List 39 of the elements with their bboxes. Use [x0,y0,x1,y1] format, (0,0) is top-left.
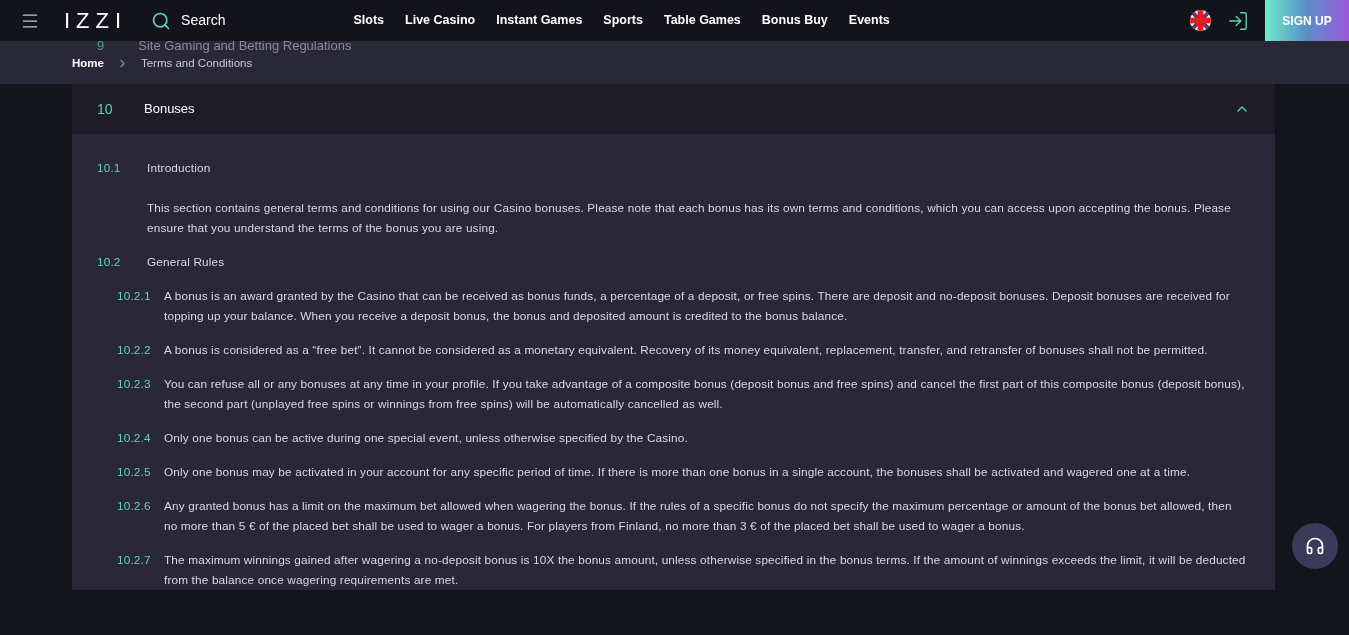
subsection-number: 10.2 [97,254,122,271]
nav-link[interactable]: Live Casino [405,11,476,30]
nav-link[interactable]: Sports [603,11,643,30]
breadcrumb-link[interactable]: Home [72,55,104,73]
headset-icon [1305,536,1325,556]
section-number: 9 [97,41,105,55]
rule-text: Only one bonus can be active during one special event, unless otherwise specified by the Casino. [164,430,688,447]
rule-number: 10.2.1 [117,288,152,305]
logo[interactable]: IZZI [64,4,128,37]
rule-text: Any granted bonus has a limit on the maximum bet allowed when wagering the bonus. If the rules of a specific bonus do not specify the maximum percentage or amount of the bonus bet allowed, then no more than 5 € of the placed bet shall be used to wager a bonus. For players from Finland, no more than 3 € of the placed bet shall be used to wager a bonus. [164,498,1233,535]
flag-icon[interactable] [1189,9,1212,32]
rule-number: 10.2.7 [117,552,152,569]
subsection-number: 10.1 [97,160,122,177]
rule-text: A bonus is considered as a “free bet”. It cannot be considered as a monetary equivalent. Recovery of its money equivalent, replacement, transfer, and retransfer of bonuses shall not be permitted. [164,342,1208,359]
rule-number: 10.2.4 [117,430,152,447]
accordion-header[interactable]: 10 Bonuses [72,84,1275,134]
rule-text: Only one bonus may be activated in your account for any specific period of time. If there is more than one bonus in a single account, the bonuses shall be activated and wagered one at a time. [164,464,1191,481]
subsection-title: General Rules [147,254,225,271]
rule-text: The maximum winnings gained after wagering a no-deposit bonus is 10X the bonus amount, unless otherwise specified in the bonus terms. If the amount of winnings exceeds the limit, it will be deducted from the balance once wagering requirements are met. [164,552,1247,589]
subsection-title: Introduction [147,160,211,177]
rule-number: 10.2.6 [117,498,152,515]
rule-number: 10.2.5 [117,464,152,481]
search-icon [151,10,172,31]
login-button[interactable] [1227,9,1249,32]
signup-button[interactable]: SIGN UP [1265,0,1349,41]
breadcrumb-current: Terms and Conditions [140,56,253,71]
section-title: Site Gaming and Betting Regulations [138,41,352,55]
search-button[interactable]: Search [151,10,226,31]
nav-link[interactable]: Bonus Buy [761,11,828,30]
support-button[interactable] [1292,523,1338,569]
rule-text: You can refuse all or any bonuses at any time in your profile. If you take advantage of a composite bonus (deposit bonus and free spins) and cancel the first part of this composite bonus (deposit bonus), the second part (unplayed free spins or winnings from free spins) will be automatically cancelled as well. [164,376,1246,413]
rule-number: 10.2.2 [117,342,152,359]
nav-link[interactable]: Instant Games [496,11,583,30]
nav-link[interactable]: Events [848,11,890,30]
rule-text: A bonus is an award granted by the Casino that can be received as bonus funds, a percentage of a deposit, or free spins. There are deposit and no-deposit bonuses. Deposit bonuses are received for topping up your balance. When you receive a deposit bonus, the bonus and deposited amount is credited to the bonus balance. [164,288,1231,325]
paragraph: This section contains general terms and conditions for using our Casino bonuses. Please note that each bonus has its own terms and conditions, which you can access upon accepting the bonus. Please ensure that you understand the terms of the bonus you are using. [147,200,1232,237]
rule-number: 10.2.3 [117,376,152,393]
nav-link[interactable]: Table Games [663,11,741,30]
nav-link[interactable]: Slots [353,11,385,30]
